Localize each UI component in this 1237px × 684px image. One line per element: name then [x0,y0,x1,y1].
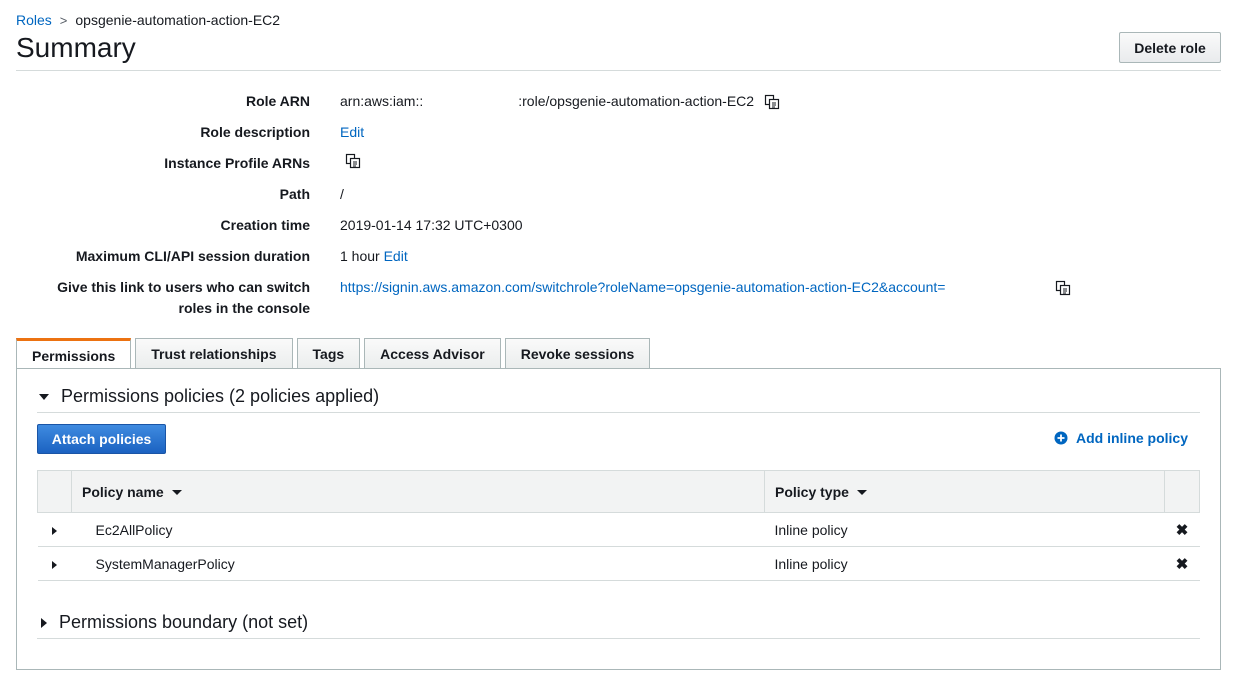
breadcrumb-current: opsgenie-automation-action-EC2 [75,12,281,28]
max-session-edit-link[interactable]: Edit [384,246,408,267]
table-row: SystemManagerPolicy Inline policy ✖ [37,546,1200,581]
role-description-label: Role description [200,124,310,140]
creation-time-value: 2019-01-14 17:32 UTC+0300 [340,217,523,233]
row-expand-toggle[interactable] [37,512,72,547]
policy-name-header-label: Policy name [82,483,164,500]
caret-right-icon [52,560,57,569]
instance-profile-value [335,153,361,169]
permissions-policies-toggle[interactable]: Permissions policies (2 policies applied… [39,386,379,407]
creation-time-label: Creation time [220,217,310,233]
remove-column-header [1164,470,1200,513]
policy-type-header-label: Policy type [775,483,849,500]
switch-role-link[interactable]: https://signin.aws.amazon.com/switchrole… [340,277,945,298]
role-tabs: Permissions Trust relationships Tags Acc… [16,338,654,370]
sort-caret-icon [171,490,182,496]
remove-policy-button[interactable]: ✖ [1164,546,1200,581]
section-divider [37,638,1200,639]
switch-link-label-line1: Give this link to users who can switch [57,279,310,295]
policy-name-cell[interactable]: Ec2AllPolicy [71,512,765,547]
policy-type-column-header[interactable]: Policy type [764,470,1165,513]
breadcrumb-separator: > [59,12,68,28]
section-divider [37,412,1200,413]
redacted-account-id [423,94,519,109]
add-inline-policy-link[interactable]: Add inline policy [1054,430,1188,446]
add-inline-policy-label: Add inline policy [1076,430,1189,446]
expander-column-header [37,470,72,513]
attach-policies-button[interactable]: Attach policies [37,424,166,454]
role-arn-value: arn:aws:iam:: :role/opsgenie-automation-… [340,91,780,112]
policy-name-cell[interactable]: SystemManagerPolicy [71,546,765,581]
title-divider [16,70,1221,71]
tab-revoke-sessions[interactable]: Revoke sessions [504,338,651,369]
copy-icon[interactable] [764,94,780,110]
role-arn-label: Role ARN [245,93,310,109]
sort-caret-icon [856,490,867,496]
path-value: / [340,186,344,202]
role-arn-prefix: arn:aws:iam:: [340,93,424,109]
tab-tags[interactable]: Tags [296,338,361,369]
table-row: Ec2AllPolicy Inline policy ✖ [37,512,1200,547]
path-label: Path [279,186,310,202]
switch-link-label-line2: roles in the console [178,300,310,316]
redacted-account-id [945,280,1046,295]
delete-role-button[interactable]: Delete role [1119,32,1221,63]
role-description-edit-link[interactable]: Edit [340,122,364,143]
breadcrumb-roles-link[interactable]: Roles [16,12,52,28]
remove-policy-button[interactable]: ✖ [1164,512,1200,547]
table-header-row: Policy name Policy type [37,470,1200,513]
breadcrumb: Roles > opsgenie-automation-action-EC2 [16,12,280,28]
role-arn-suffix: :role/opsgenie-automation-action-EC2 [518,93,755,109]
policy-name-column-header[interactable]: Policy name [71,470,765,513]
permissions-boundary-toggle[interactable]: Permissions boundary (not set) [39,612,308,633]
max-session-value: 1 hour Edit [340,246,408,267]
row-expand-toggle[interactable] [37,546,72,581]
policy-type-cell: Inline policy [764,512,1165,547]
switch-link-value: https://signin.aws.amazon.com/switchrole… [340,277,1071,298]
tab-access-advisor[interactable]: Access Advisor [364,338,501,369]
tab-trust-relationships[interactable]: Trust relationships [135,338,293,369]
policies-table: Policy name Policy type Ec2AllPolicy Inl… [37,470,1200,581]
permissions-policies-heading: Permissions policies (2 policies applied… [61,386,380,406]
caret-right-icon [41,617,47,628]
policy-type-cell: Inline policy [764,546,1165,581]
plus-circle-icon [1054,431,1068,445]
permissions-panel: Permissions policies (2 policies applied… [16,368,1221,670]
caret-right-icon [52,526,57,535]
copy-icon[interactable] [1055,280,1071,296]
copy-icon[interactable] [345,153,361,169]
instance-profile-label: Instance Profile ARNs [164,155,310,171]
tab-permissions[interactable]: Permissions [16,338,132,370]
x-icon: ✖ [1175,555,1189,573]
permissions-boundary-heading: Permissions boundary (not set) [59,612,309,632]
switch-link-label: Give this link to users who can switch r… [10,277,310,319]
max-session-label: Maximum CLI/API session duration [75,248,310,264]
x-icon: ✖ [1175,521,1189,539]
max-session-duration: 1 hour [340,248,380,264]
role-description-value: Edit [340,122,364,143]
caret-down-icon [39,393,49,400]
page-title: Summary [16,32,136,63]
